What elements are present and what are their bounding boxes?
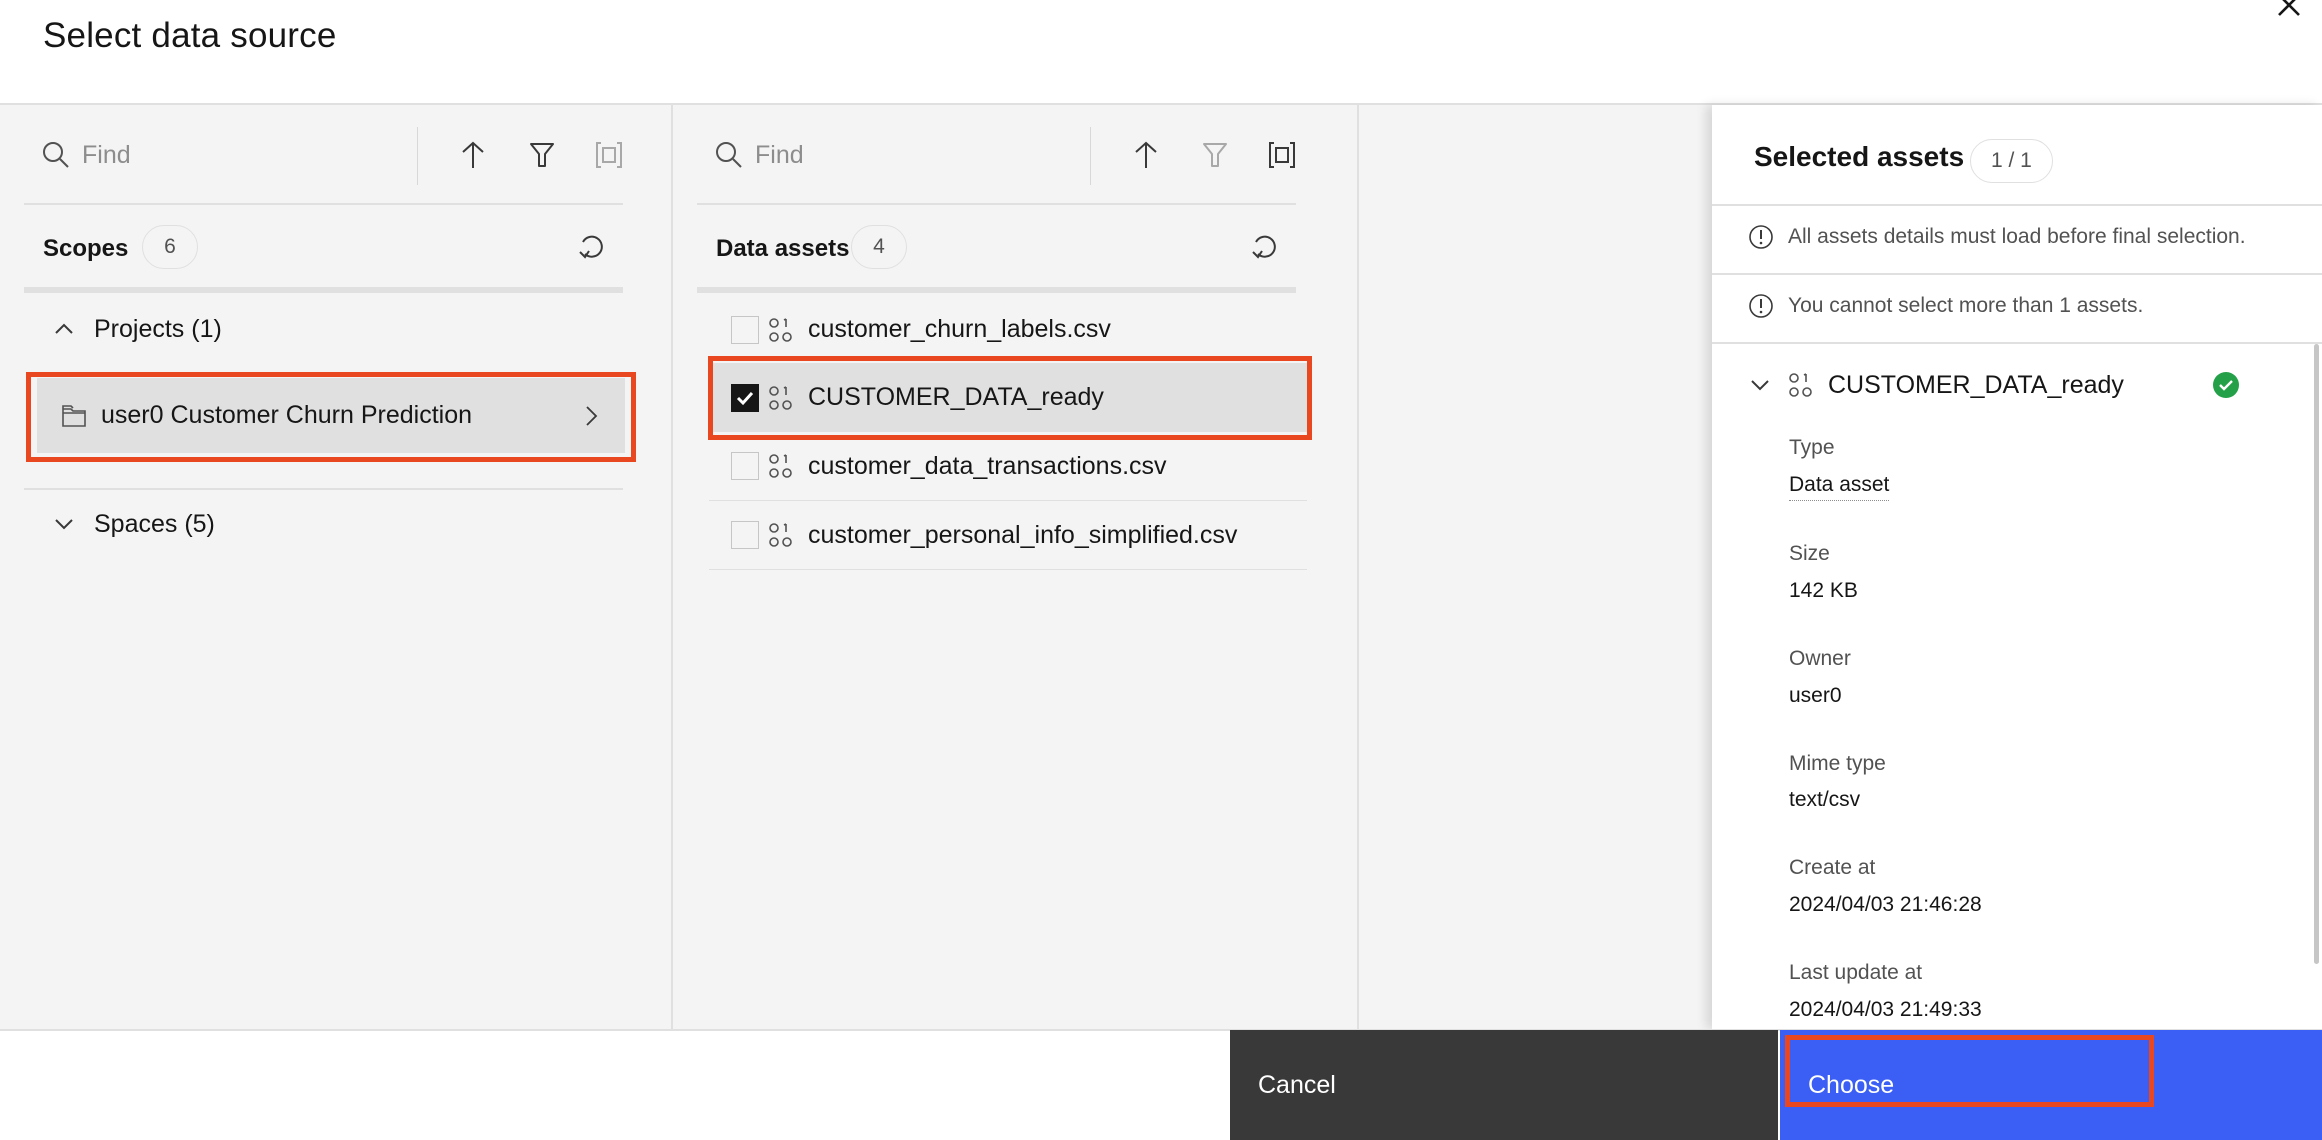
- empty-panel: [1359, 105, 1712, 1029]
- assets-toolbar: [697, 105, 1296, 205]
- projects-group-toggle[interactable]: Projects (1): [24, 301, 623, 357]
- asset-checkbox[interactable]: [731, 383, 759, 412]
- divider: [1712, 273, 2322, 275]
- toolbar-divider: [1090, 127, 1091, 185]
- chevron-up-icon: [55, 323, 73, 334]
- scopes-search-input[interactable]: [82, 133, 412, 177]
- divider: [1712, 204, 2322, 206]
- scopes-panel: Scopes 6 Projects (1) user0 Customer Chu…: [0, 105, 673, 1029]
- data-asset-icon: [1789, 373, 1812, 397]
- selected-count-badge: 1 / 1: [1970, 139, 2053, 183]
- detail-label-mime-type: Mime type: [1789, 752, 1886, 775]
- cancel-label: Cancel: [1258, 1070, 1336, 1099]
- chevron-down-icon: [55, 519, 73, 530]
- detail-label-size: Size: [1789, 542, 1830, 565]
- toolbar-divider: [417, 127, 418, 185]
- detail-value-last-update: 2024/04/03 21:49:33: [1789, 998, 1982, 1021]
- fit-to-screen-icon: [1269, 142, 1295, 168]
- fit-to-screen-icon: [596, 142, 622, 168]
- project-item-label: user0 Customer Churn Prediction: [101, 401, 472, 429]
- warning-message: You cannot select more than 1 assets.: [1748, 286, 2143, 326]
- selected-asset-row: CUSTOMER_DATA_ready: [1748, 363, 2268, 407]
- checkmark-icon: [736, 391, 754, 405]
- detail-value-type: Data asset: [1789, 473, 1890, 501]
- asset-row[interactable]: customer_churn_labels.csv: [709, 295, 1307, 364]
- refresh-icon: [1252, 235, 1276, 259]
- spaces-group-label: Spaces (5): [94, 509, 215, 538]
- fit-button[interactable]: [1260, 133, 1304, 177]
- search-icon: [716, 142, 742, 168]
- filter-icon: [530, 143, 554, 167]
- asset-checkbox[interactable]: [731, 452, 759, 480]
- warning-icon: [1749, 294, 1773, 318]
- cancel-button[interactable]: Cancel: [1230, 1030, 1778, 1140]
- assets-header: Data assets 4: [697, 205, 1296, 293]
- asset-row[interactable]: CUSTOMER_DATA_ready: [709, 363, 1307, 432]
- asset-name: CUSTOMER_DATA_ready: [808, 383, 1104, 411]
- assets-search-input[interactable]: [755, 133, 1085, 177]
- scopes-refresh-button[interactable]: [572, 227, 612, 267]
- folder-icon: [62, 404, 86, 427]
- scopes-title: Scopes: [43, 235, 129, 262]
- close-icon: [2278, 0, 2300, 16]
- refresh-icon: [579, 235, 603, 259]
- sort-ascending-icon: [462, 141, 484, 168]
- close-button[interactable]: [2272, 0, 2306, 22]
- data-asset-icon: [769, 385, 792, 410]
- projects-group-label: Projects (1): [94, 314, 222, 343]
- warning-text: All assets details must load before fina…: [1788, 225, 2246, 248]
- asset-name: customer_personal_info_simplified.csv: [808, 520, 1238, 549]
- warning-message: All assets details must load before fina…: [1748, 217, 2246, 257]
- detail-label-last-update: Last update at: [1789, 961, 1923, 984]
- scopes-toolbar: [24, 105, 623, 205]
- checkmark-filled-icon: [2213, 372, 2239, 398]
- choose-label: Choose: [1808, 1070, 1895, 1099]
- dialog-header: Select data source: [0, 0, 2322, 105]
- details-scrollbar[interactable]: [2314, 344, 2319, 964]
- choose-button[interactable]: Choose: [1780, 1030, 2322, 1140]
- warning-icon: [1749, 225, 1773, 249]
- asset-name: customer_churn_labels.csv: [808, 315, 1111, 343]
- data-asset-icon: [769, 454, 792, 478]
- detail-value-mime-type: text/csv: [1789, 788, 1861, 811]
- assets-title: Data assets: [716, 235, 850, 262]
- filter-button[interactable]: [1193, 133, 1237, 177]
- scopes-count-badge: 6: [142, 225, 198, 269]
- detail-value-owner: user0: [1789, 684, 1842, 707]
- selected-assets-panel: Selected assets 1 / 1 All assets details…: [1712, 105, 2322, 1029]
- scopes-header: Scopes 6: [24, 205, 623, 293]
- data-asset-icon: [769, 317, 792, 342]
- asset-name: customer_data_transactions.csv: [808, 451, 1167, 480]
- detail-label-type: Type: [1789, 436, 1835, 459]
- sort-button[interactable]: [451, 133, 495, 177]
- filter-button[interactable]: [520, 133, 564, 177]
- chevron-right-icon: [586, 405, 598, 426]
- detail-value-create-at: 2024/04/03 21:46:28: [1789, 893, 1982, 916]
- sort-ascending-icon: [1135, 141, 1157, 168]
- detail-value-size: 142 KB: [1789, 579, 1858, 602]
- spaces-group-toggle[interactable]: Spaces (5): [24, 496, 623, 552]
- selected-assets-title: Selected assets: [1754, 141, 1965, 172]
- project-item[interactable]: user0 Customer Churn Prediction: [37, 378, 625, 453]
- detail-label-create-at: Create at: [1789, 856, 1876, 879]
- data-asset-icon: [769, 523, 792, 547]
- asset-checkbox[interactable]: [731, 521, 759, 549]
- filter-icon: [1203, 143, 1227, 167]
- detail-label-owner: Owner: [1789, 647, 1851, 670]
- dialog-title: Select data source: [43, 16, 337, 55]
- assets-count-badge: 4: [851, 225, 907, 269]
- selected-asset-name: CUSTOMER_DATA_ready: [1828, 370, 2124, 399]
- assets-refresh-button[interactable]: [1245, 227, 1285, 267]
- sort-button[interactable]: [1124, 133, 1168, 177]
- asset-row[interactable]: customer_data_transactions.csv: [709, 432, 1307, 501]
- warning-text: You cannot select more than 1 assets.: [1788, 294, 2144, 317]
- divider: [1712, 342, 2322, 344]
- asset-checkbox[interactable]: [731, 315, 759, 344]
- assets-panel: Data assets 4 customer_churn_labels.csv …: [673, 105, 1359, 1029]
- search-icon: [43, 142, 69, 168]
- asset-row[interactable]: customer_personal_info_simplified.csv: [709, 501, 1307, 570]
- tree-divider: [24, 488, 623, 490]
- fit-button[interactable]: [587, 133, 631, 177]
- chevron-down-icon[interactable]: [1748, 373, 1772, 397]
